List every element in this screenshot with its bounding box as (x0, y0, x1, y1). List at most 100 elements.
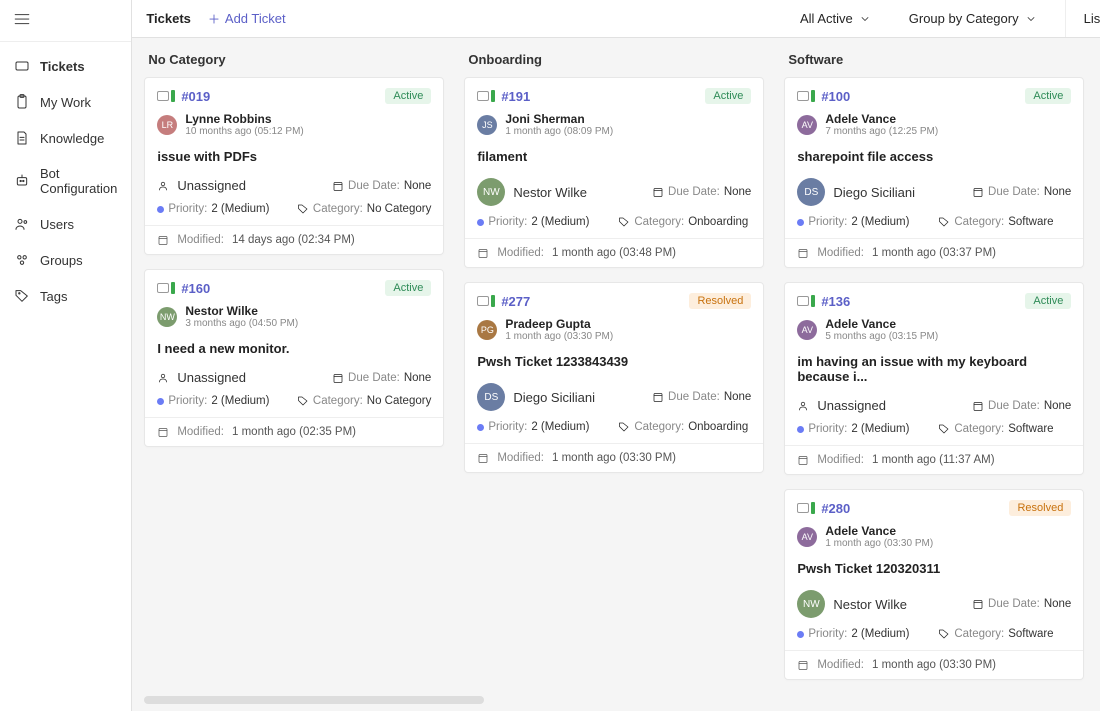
sidebar-item-users[interactable]: Users (0, 206, 131, 242)
sidebar-item-label: Tags (40, 289, 67, 304)
add-ticket-button[interactable]: Add Ticket (207, 11, 286, 26)
ticket-card[interactable]: #019ActiveLRLynne Robbins10 months ago (… (144, 77, 444, 255)
column-header: Software (784, 38, 1084, 77)
calendar-icon (797, 659, 809, 671)
modified-value: 1 month ago (03:30 PM) (872, 659, 996, 671)
group-label: Group by Category (909, 11, 1019, 26)
due-value: None (1044, 186, 1072, 198)
category-label: Category: (313, 395, 363, 407)
ticket-id-link[interactable]: #160 (181, 281, 210, 296)
chevron-down-icon (1025, 13, 1037, 25)
calendar-icon (157, 426, 169, 438)
ticket-id-link[interactable]: #019 (181, 89, 210, 104)
priority-dot-icon (797, 426, 804, 433)
card-footer: Modified: 1 month ago (03:48 PM) (465, 238, 763, 267)
ticket-card[interactable]: #100ActiveAVAdele Vance7 months ago (12:… (784, 77, 1084, 268)
avatar: DS (477, 383, 505, 411)
ticket-id-link[interactable]: #191 (501, 89, 530, 104)
user-icon (797, 400, 809, 412)
assignee-row: NWNestor WilkeDue Date: None (785, 582, 1083, 622)
modified-label: Modified: (497, 452, 544, 464)
due-value: None (724, 186, 752, 198)
sidebar-item-bot-configuration[interactable]: Bot Configuration (0, 156, 131, 206)
calendar-icon (797, 247, 809, 259)
created-time: 1 month ago (03:30 PM) (505, 331, 613, 342)
tag-icon (938, 423, 950, 435)
ticket-id-link[interactable]: #277 (501, 294, 530, 309)
calendar-icon (972, 186, 984, 198)
priority-value: 2 (Medium) (531, 216, 589, 228)
ticket-id-link[interactable]: #136 (821, 294, 850, 309)
group-dropdown[interactable]: Group by Category (899, 7, 1047, 30)
calendar-icon (477, 247, 489, 259)
avatar: JS (477, 115, 497, 135)
card-footer: Modified: 1 month ago (03:30 PM) (465, 443, 763, 472)
add-ticket-label: Add Ticket (225, 11, 286, 26)
avatar: AV (797, 320, 817, 340)
created-time: 7 months ago (12:25 PM) (825, 126, 938, 137)
ticket-title: filament (465, 137, 763, 170)
horizontal-scrollbar[interactable] (144, 696, 484, 704)
card-footer: Modified: 1 month ago (03:30 PM) (785, 650, 1083, 679)
column-header: Onboarding (464, 38, 764, 77)
category-label: Category: (634, 216, 684, 228)
sidebar-item-label: Users (40, 217, 74, 232)
sidebar-item-label: My Work (40, 95, 91, 110)
priority-label: Priority: (168, 203, 207, 215)
calendar-icon (332, 372, 344, 384)
assignee-row: UnassignedDue Date: None (145, 170, 443, 197)
category-value: No Category (367, 395, 432, 407)
sidebar-item-label: Tickets (40, 59, 85, 74)
view-switch: List Board Chart (1065, 0, 1100, 37)
ticket-card[interactable]: #277ResolvedPGPradeep Gupta1 month ago (… (464, 282, 764, 473)
hamburger-button[interactable] (0, 0, 131, 42)
column-header: No Category (144, 38, 444, 77)
priority-dot-icon (477, 219, 484, 226)
ticket-id-link[interactable]: #100 (821, 89, 850, 104)
priority-label: Priority: (488, 421, 527, 433)
ticket-card[interactable]: #136ActiveAVAdele Vance5 months ago (03:… (784, 282, 1084, 475)
ticket-card[interactable]: #280ResolvedAVAdele Vance1 month ago (03… (784, 489, 1084, 680)
priority-value: 2 (Medium) (851, 216, 909, 228)
priority-label: Priority: (808, 216, 847, 228)
column-onboarding: Onboarding#191ActiveJSJoni Sherman1 mont… (464, 38, 764, 694)
created-time: 1 month ago (08:09 PM) (505, 126, 613, 137)
due-label: Due Date: (348, 180, 400, 192)
sidebar-item-groups[interactable]: Groups (0, 242, 131, 278)
priority-label: Priority: (168, 395, 207, 407)
modified-value: 1 month ago (03:37 PM) (872, 247, 996, 259)
board[interactable]: No Category#019ActiveLRLynne Robbins10 m… (132, 38, 1100, 711)
modified-value: 1 month ago (11:37 AM) (872, 454, 995, 466)
modified-label: Modified: (177, 426, 224, 438)
sidebar-item-knowledge[interactable]: Knowledge (0, 120, 131, 156)
due-label: Due Date: (988, 400, 1040, 412)
sidebar-item-tags[interactable]: Tags (0, 278, 131, 314)
category-value: No Category (367, 203, 432, 215)
created-time: 10 months ago (05:12 PM) (185, 126, 303, 137)
ticket-title: Pwsh Ticket 120320311 (785, 549, 1083, 582)
created-time: 1 month ago (03:30 PM) (825, 538, 933, 549)
sidebar-item-tickets[interactable]: Tickets (0, 48, 131, 84)
priority-value: 2 (Medium) (211, 395, 269, 407)
author-name: Lynne Robbins (185, 112, 303, 126)
category-value: Software (1008, 216, 1053, 228)
assignee-value: Unassigned (177, 370, 246, 385)
tags-icon (14, 288, 30, 304)
category-label: Category: (954, 216, 1004, 228)
ticket-card[interactable]: #160ActiveNWNestor Wilke3 months ago (04… (144, 269, 444, 447)
filter-dropdown[interactable]: All Active (790, 7, 881, 30)
due-value: None (1044, 400, 1072, 412)
sidebar-item-my-work[interactable]: My Work (0, 84, 131, 120)
ticket-id-link[interactable]: #280 (821, 501, 850, 516)
modified-label: Modified: (817, 659, 864, 671)
modified-label: Modified: (817, 454, 864, 466)
avatar: AV (797, 115, 817, 135)
avatar: NW (477, 178, 505, 206)
assignee-value: Nestor Wilke (833, 597, 907, 612)
view-list[interactable]: List (1080, 3, 1100, 34)
due-label: Due Date: (348, 372, 400, 384)
due-value: None (404, 180, 432, 192)
sidebar: Tickets My Work KnowledgeBot Configuration… (0, 0, 132, 711)
ticket-card[interactable]: #191ActiveJSJoni Sherman1 month ago (08:… (464, 77, 764, 268)
calendar-icon (332, 180, 344, 192)
